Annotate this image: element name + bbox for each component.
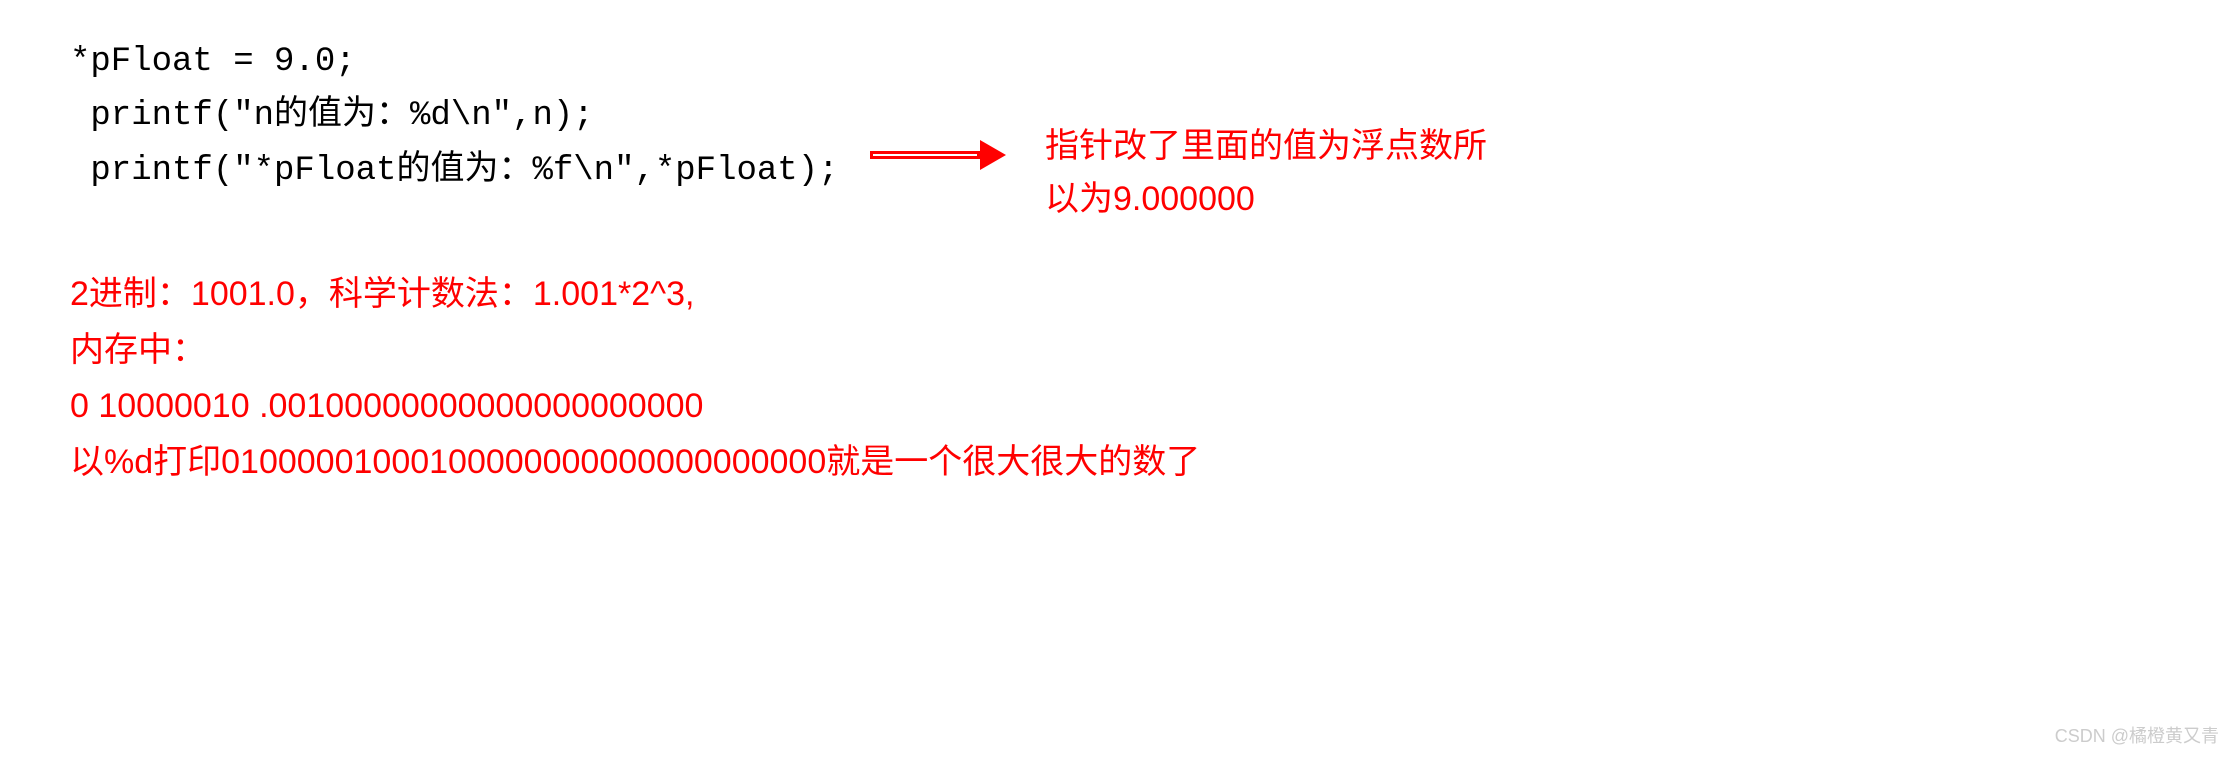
annotation-line-1: 指针改了里面的值为浮点数所 <box>1045 120 1487 173</box>
code-block: *pFloat = 9.0; printf("n的值为：%d\n",n); pr… <box>70 35 839 198</box>
explanation-block: 2进制：1001.0，科学计数法：1.001*2^3, 内存中： 0 10000… <box>70 266 1200 490</box>
arrow-shaft <box>870 151 980 159</box>
explanation-line-3: 0 10000010 .00100000000000000000000 <box>70 378 1200 434</box>
explanation-line-2: 内存中： <box>70 322 1200 378</box>
code-line-1: *pFloat = 9.0; <box>70 35 839 89</box>
annotation-line-2: 以为9.000000 <box>1045 173 1487 226</box>
watermark: CSDN @橘橙黄又青 <box>2055 722 2219 748</box>
annotation-right: 指针改了里面的值为浮点数所 以为9.000000 <box>1045 120 1487 225</box>
arrow-head <box>980 140 1006 170</box>
arrow-icon <box>870 140 1006 170</box>
code-line-3: printf("*pFloat的值为：%f\n",*pFloat); <box>70 144 839 198</box>
explanation-line-1: 2进制：1001.0，科学计数法：1.001*2^3, <box>70 266 1200 322</box>
explanation-line-4: 以%d打印01000001000100000000000000000000就是一… <box>70 434 1200 490</box>
code-line-2: printf("n的值为：%d\n",n); <box>70 89 839 143</box>
